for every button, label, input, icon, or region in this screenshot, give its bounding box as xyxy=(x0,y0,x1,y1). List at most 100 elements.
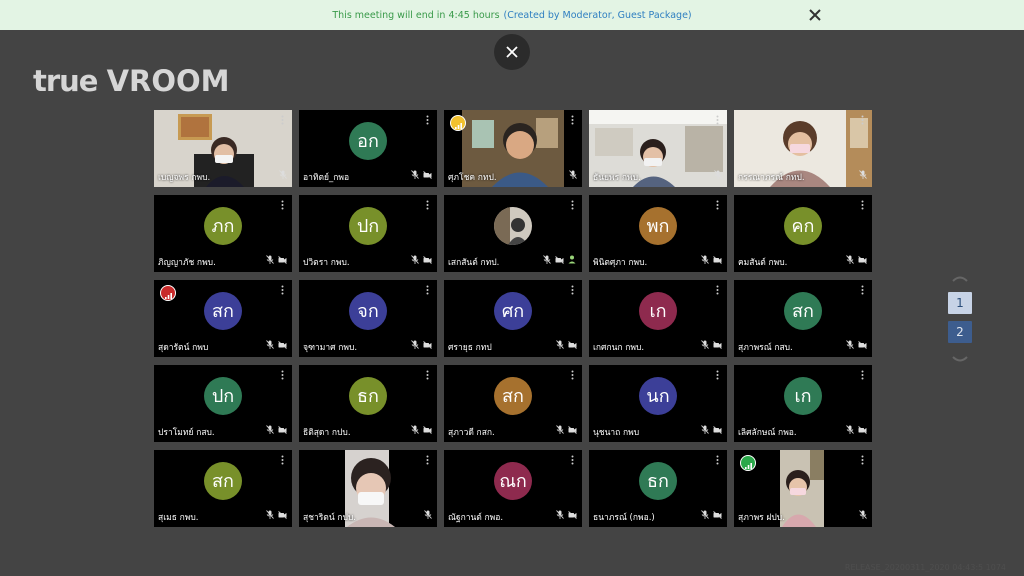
participant-tile[interactable]: เก เลิศลักษณ์ กพอ. xyxy=(734,365,872,442)
participant-tile[interactable]: ปก ปวิตรา กพบ. xyxy=(299,195,437,272)
camera-off-icon xyxy=(713,419,722,438)
participant-status-icons xyxy=(424,504,432,523)
more-options-icon[interactable] xyxy=(567,370,577,380)
participant-status-icons xyxy=(569,164,577,183)
participant-tile[interactable]: สก สุภาวดี กสก. xyxy=(444,365,582,442)
mic-off-icon xyxy=(846,334,854,353)
more-options-icon[interactable] xyxy=(857,115,867,125)
participant-tile[interactable]: ณก ณัฐกานต์ กพอ. xyxy=(444,450,582,527)
more-options-icon[interactable] xyxy=(277,200,287,210)
participant-avatar: นก xyxy=(639,376,677,415)
camera-off-icon xyxy=(278,249,287,268)
participant-status-icons xyxy=(846,334,867,353)
mic-off-icon xyxy=(701,419,709,438)
participant-tile[interactable]: ศก ศรายุธ กทป xyxy=(444,280,582,357)
chevron-up-icon[interactable] xyxy=(948,272,972,284)
mic-off-icon xyxy=(424,504,432,523)
participant-name: สุดารัตน์ กพบ xyxy=(158,343,209,353)
participant-name: ศรายุธ กทป xyxy=(448,343,492,353)
participant-tile[interactable]: พก พินิตศุภา กพบ. xyxy=(589,195,727,272)
participant-tile[interactable]: กรรณาภรณ์ กทป. xyxy=(734,110,872,187)
participant-tile[interactable]: นก นุชนาถ กพบ xyxy=(589,365,727,442)
participant-name: สุภาพร ฝปบ. xyxy=(738,513,785,523)
participant-status-icons xyxy=(859,164,867,183)
participant-tile[interactable]: ภก ภิญญาภัช กพบ. xyxy=(154,195,292,272)
participant-tile[interactable]: สก สุดารัตน์ กพบ xyxy=(154,280,292,357)
participant-status-icons xyxy=(846,249,867,268)
participant-tile[interactable]: สุภาพร ฝปบ. xyxy=(734,450,872,527)
participant-tile[interactable]: เบญจพร กพบ. xyxy=(154,110,292,187)
participant-tile[interactable]: ธก ธิติสุดา กปบ. xyxy=(299,365,437,442)
participant-status-icons xyxy=(701,334,722,353)
banner-package-link[interactable]: (Created by Moderator, Guest Package) xyxy=(504,10,692,21)
more-options-icon[interactable] xyxy=(567,455,577,465)
camera-off-icon xyxy=(713,249,722,268)
more-options-icon[interactable] xyxy=(277,115,287,125)
participant-status-icons xyxy=(556,419,577,438)
more-options-icon[interactable] xyxy=(422,285,432,295)
more-options-icon[interactable] xyxy=(422,200,432,210)
more-options-icon[interactable] xyxy=(857,370,867,380)
user-icon xyxy=(568,249,577,268)
more-options-icon[interactable] xyxy=(712,200,722,210)
more-options-icon[interactable] xyxy=(857,455,867,465)
participant-tile[interactable]: สก สุภาพรณ์ กสบ. xyxy=(734,280,872,357)
camera-off-icon xyxy=(568,334,577,353)
participant-tile[interactable]: คก คมสันต์ กพบ. xyxy=(734,195,872,272)
participant-avatar: อก xyxy=(349,121,387,160)
participant-name: ปวิตรา กพบ. xyxy=(303,258,350,268)
more-options-icon[interactable] xyxy=(857,200,867,210)
close-icon[interactable] xyxy=(806,6,824,24)
camera-off-icon xyxy=(423,164,432,183)
more-options-icon[interactable] xyxy=(712,285,722,295)
participant-name: จุฑามาศ กพบ. xyxy=(303,343,358,353)
mic-off-icon xyxy=(701,334,709,353)
camera-off-icon xyxy=(423,334,432,353)
camera-off-icon xyxy=(713,504,722,523)
mic-off-icon xyxy=(556,504,564,523)
mic-off-icon xyxy=(266,249,274,268)
mic-off-icon xyxy=(859,504,867,523)
camera-off-icon xyxy=(423,419,432,438)
participant-tile[interactable]: จก จุฑามาศ กพบ. xyxy=(299,280,437,357)
more-options-icon[interactable] xyxy=(567,115,577,125)
participant-tile[interactable]: ธก ธนาภรณ์ (กพอ.) xyxy=(589,450,727,527)
more-options-icon[interactable] xyxy=(712,370,722,380)
chevron-down-icon[interactable] xyxy=(948,354,972,366)
participant-avatar: ธก xyxy=(639,461,677,500)
participant-status-icons xyxy=(279,164,287,183)
participant-avatar: เก xyxy=(639,291,677,330)
participant-tile[interactable]: ศุภโชค กทป. xyxy=(444,110,582,187)
participant-status-icons xyxy=(266,419,287,438)
more-options-icon[interactable] xyxy=(857,285,867,295)
more-options-icon[interactable] xyxy=(567,200,577,210)
close-panel-button[interactable] xyxy=(494,34,530,70)
more-options-icon[interactable] xyxy=(712,455,722,465)
participant-tile[interactable]: สุชาริตน์ กปบ. xyxy=(299,450,437,527)
participant-status-icons xyxy=(859,504,867,523)
more-options-icon[interactable] xyxy=(422,455,432,465)
participant-tile[interactable]: เกเกศกนก กพบ. xyxy=(589,280,727,357)
participant-tile[interactable]: สก สุเมธ กพบ. xyxy=(154,450,292,527)
more-options-icon[interactable] xyxy=(277,285,287,295)
more-options-icon[interactable] xyxy=(277,455,287,465)
participant-name: ธันยพร กพบ. xyxy=(593,173,641,183)
participant-tile[interactable]: อก อาทิตย์_กพอ xyxy=(299,110,437,187)
page-2-button[interactable]: 2 xyxy=(948,321,972,343)
participant-tile[interactable]: เสกสันต์ กทป. xyxy=(444,195,582,272)
camera-off-icon xyxy=(568,504,577,523)
more-options-icon[interactable] xyxy=(422,370,432,380)
more-options-icon[interactable] xyxy=(277,370,287,380)
mic-off-icon xyxy=(266,334,274,353)
mic-off-icon xyxy=(411,419,419,438)
page-1-button[interactable]: 1 xyxy=(948,292,972,314)
participant-tile[interactable]: ปก ปราโมทย์ กสบ. xyxy=(154,365,292,442)
meeting-banner: This meeting will end in 4:45 hours (Cre… xyxy=(0,0,1024,30)
more-options-icon[interactable] xyxy=(712,115,722,125)
participant-tile[interactable]: ธันยพร กพบ. xyxy=(589,110,727,187)
mic-off-icon xyxy=(701,504,709,523)
more-options-icon[interactable] xyxy=(422,115,432,125)
participant-name: คมสันต์ กพบ. xyxy=(738,258,788,268)
participant-name: เกศกนก กพบ. xyxy=(593,343,645,353)
more-options-icon[interactable] xyxy=(567,285,577,295)
